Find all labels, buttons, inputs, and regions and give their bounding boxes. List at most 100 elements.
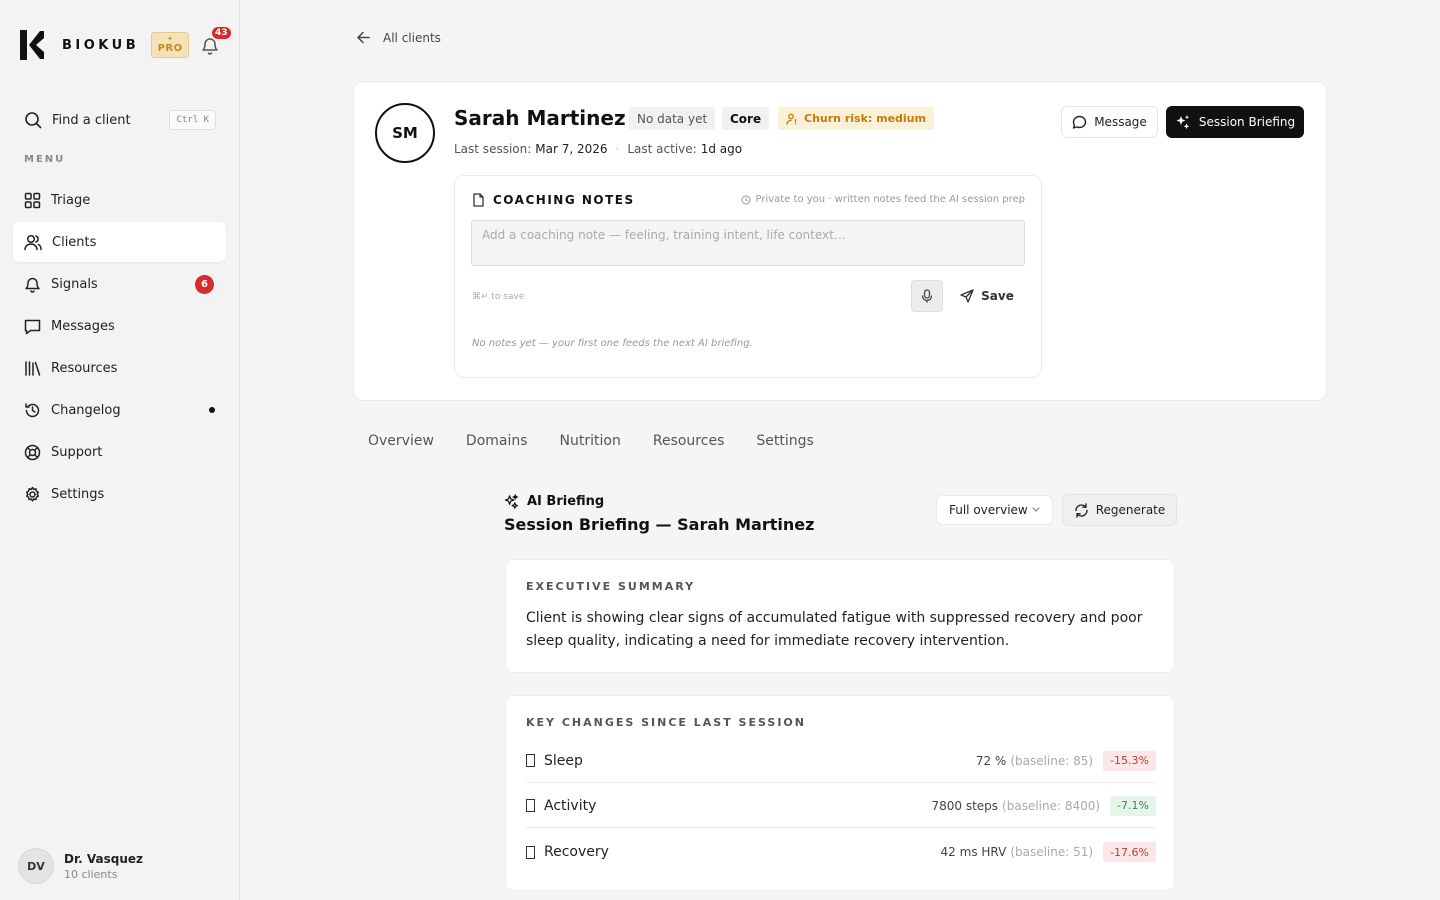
document-icon <box>473 193 484 207</box>
session-briefing-label: Session Briefing <box>1198 115 1296 129</box>
regenerate-button[interactable]: Regenerate <box>1062 494 1177 526</box>
notification-count-badge: 43 <box>210 25 233 41</box>
briefing-view-value: Full overview <box>949 503 1028 517</box>
chat-bubble-icon <box>1073 115 1087 129</box>
arrow-left-icon <box>357 31 370 44</box>
refresh-icon <box>1075 502 1088 518</box>
last-session-label: Last session: <box>454 142 532 156</box>
bell-icon <box>25 277 40 293</box>
find-client-label: Find a client <box>52 112 131 128</box>
tab-resources[interactable]: Resources <box>653 433 725 449</box>
grid-icon <box>24 192 41 208</box>
user-profile[interactable]: DV Dr. Vasquez 10 clients <box>18 848 143 884</box>
save-note-button[interactable]: Save <box>951 280 1023 312</box>
sidebar-item-label: Triage <box>51 192 91 208</box>
sidebar-item-label: Support <box>51 444 103 460</box>
last-active-label: Last active: <box>627 142 697 156</box>
activity-info: Last session: Mar 7, 2026 · Last active:… <box>454 142 742 156</box>
sidebar-item-label: Clients <box>52 234 97 250</box>
sidebar-item-label: Resources <box>51 360 118 376</box>
churn-risk-label: Churn risk: medium <box>804 112 926 125</box>
metric-delta-badge: -17.6% <box>1103 842 1156 862</box>
sparkle-icon: ✦ <box>167 35 174 43</box>
coaching-note-input[interactable] <box>471 220 1025 266</box>
sidebar-item-triage[interactable]: Triage <box>13 180 226 220</box>
change-row-sleep: Sleep 72 % (baseline: 85) -15.3% <box>526 739 1156 783</box>
chevron-down-icon <box>1032 507 1040 512</box>
sidebar-item-resources[interactable]: Resources <box>13 348 226 388</box>
library-icon <box>25 360 41 376</box>
history-icon <box>25 402 40 417</box>
tab-overview[interactable]: Overview <box>368 433 434 449</box>
back-to-clients-link[interactable]: All clients <box>356 30 441 45</box>
metric-icon <box>526 799 535 812</box>
metric-name: Sleep <box>544 752 583 769</box>
sidebar-nav: Triage Clients Signals 6 Messages Resour… <box>13 180 226 516</box>
user-client-count: 10 clients <box>64 867 118 881</box>
ai-briefing-label: AI Briefing <box>527 494 605 509</box>
brand-name: BIOKUB <box>62 37 140 53</box>
metric-value: 7800 steps <box>931 798 999 813</box>
client-tabs: Overview Domains Nutrition Resources Set… <box>368 433 846 449</box>
back-label: All clients <box>383 30 441 45</box>
find-client-button[interactable]: Find a client Ctrl K <box>24 108 216 132</box>
sidebar-item-signals[interactable]: Signals 6 <box>13 264 226 304</box>
sparkles-icon <box>1176 115 1190 130</box>
sidebar-item-messages[interactable]: Messages <box>13 306 226 346</box>
user-name: Dr. Vasquez <box>64 851 144 866</box>
coaching-notes-title: COACHING NOTES <box>493 193 635 207</box>
sparkles-icon <box>504 494 519 509</box>
sidebar-item-support[interactable]: Support <box>13 432 226 472</box>
client-avatar: SM <box>375 103 435 163</box>
tab-settings[interactable]: Settings <box>756 433 813 449</box>
tab-domains[interactable]: Domains <box>466 433 528 449</box>
brand[interactable]: BIOKUB ✦ PRO <box>20 30 190 60</box>
sidebar-item-label: Settings <box>51 486 105 502</box>
empty-notes-message: No notes yet — your first one feeds the … <box>472 338 753 349</box>
separator-dot: · <box>615 142 620 156</box>
privacy-note: Private to you · written notes feed the … <box>741 194 1025 205</box>
session-briefing-button[interactable]: Session Briefing <box>1166 106 1304 138</box>
microphone-icon <box>921 289 933 303</box>
client-name: Sarah Martinez <box>454 106 626 130</box>
save-note-label: Save <box>981 289 1014 303</box>
metric-icon <box>526 845 535 859</box>
churn-risk-tag: Churn risk: medium <box>778 107 934 130</box>
metric-delta-badge: -15.3% <box>1103 750 1156 771</box>
pro-badge: ✦ PRO <box>151 32 190 58</box>
signals-count-badge: 6 <box>195 275 214 294</box>
last-session-value: Mar 7, 2026 <box>535 142 608 156</box>
metric-name: Activity <box>544 797 597 814</box>
save-shortcut-hint: ⌘↵ to save <box>472 292 525 302</box>
metric-icon <box>526 754 535 767</box>
metric-name: Recovery <box>544 844 609 860</box>
tab-nutrition[interactable]: Nutrition <box>560 433 621 449</box>
metric-value: 72 % <box>975 753 1007 768</box>
key-changes-label: KEY CHANGES SINCE LAST SESSION <box>526 716 806 729</box>
message-button[interactable]: Message <box>1061 106 1158 138</box>
metric-delta-badge: -7.1% <box>1110 795 1156 816</box>
user-alert-icon <box>786 113 797 125</box>
no-data-tag: No data yet <box>629 107 716 130</box>
sidebar-item-label: Changelog <box>51 402 121 418</box>
users-icon <box>24 234 42 250</box>
sidebar-item-changelog[interactable]: Changelog <box>13 390 226 430</box>
coaching-notes-header: COACHING NOTES <box>472 193 635 207</box>
executive-summary-label: EXECUTIVE SUMMARY <box>526 580 696 593</box>
message-button-label: Message <box>1094 115 1147 129</box>
sidebar-item-clients[interactable]: Clients <box>13 222 226 262</box>
sidebar-item-label: Signals <box>51 276 98 292</box>
sidebar-item-label: Messages <box>51 318 115 334</box>
sidebar-item-settings[interactable]: Settings <box>13 474 226 514</box>
clock-icon <box>741 195 751 204</box>
send-icon <box>960 289 974 303</box>
biokub-logo-icon <box>20 30 44 60</box>
gear-icon <box>25 486 40 502</box>
ai-briefing-header: AI Briefing <box>504 494 604 509</box>
plan-tag: Core <box>722 107 770 130</box>
briefing-view-select[interactable]: Full overview <box>936 495 1053 525</box>
metric-value: 42 ms HRV <box>940 845 1007 859</box>
metric-baseline: (baseline: 8400) <box>1002 798 1101 813</box>
voice-note-button[interactable] <box>911 280 943 312</box>
metric-baseline: (baseline: 51) <box>1010 845 1094 859</box>
